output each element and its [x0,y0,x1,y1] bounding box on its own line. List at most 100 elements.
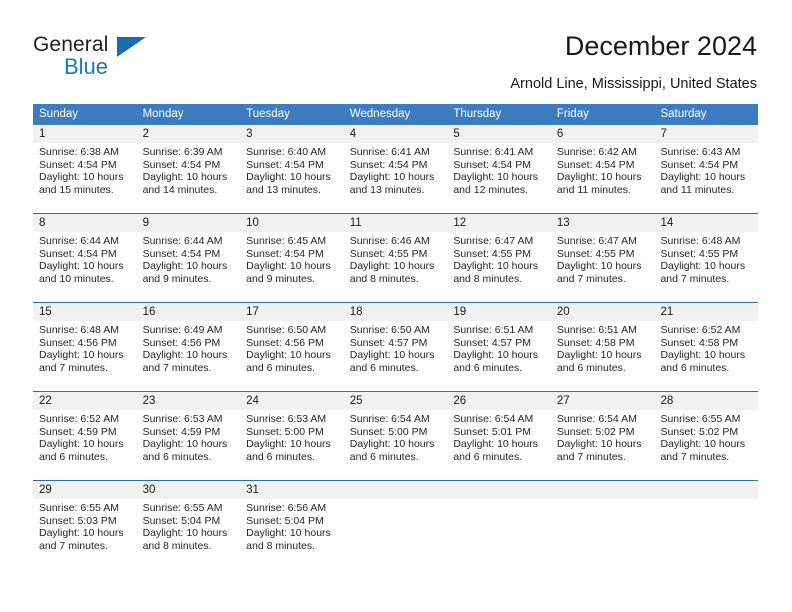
daylight-text-line1: Daylight: 10 hours [142,349,228,362]
day-number[interactable]: 17 [240,303,344,321]
day-cell: Sunrise: 6:53 AM Sunset: 4:59 PM Dayligh… [137,410,241,468]
calendar-table: Sunday Monday Tuesday Wednesday Thursday… [33,104,758,557]
sunset-text: Sunset: 4:54 PM [453,158,531,171]
day-number[interactable]: 7 [654,125,758,143]
day-cell: Sunrise: 6:55 AM Sunset: 5:02 PM Dayligh… [654,410,758,468]
sunset-text: Sunset: 5:00 PM [246,425,324,438]
day-cell: Sunrise: 6:54 AM Sunset: 5:00 PM Dayligh… [344,410,448,468]
daylight-text-line2: and 10 minutes. [39,272,114,285]
sunset-text: Sunset: 4:55 PM [453,247,531,260]
weekday-header-monday: Monday [142,108,184,120]
day-number-empty [654,481,758,499]
day-number[interactable]: 3 [240,125,344,143]
day-number[interactable]: 15 [33,303,137,321]
sunrise-text: Sunrise: 6:51 AM [556,324,637,336]
sunrise-text: Sunrise: 6:49 AM [142,324,223,336]
daylight-text-line2: and 13 minutes. [246,183,321,196]
sunset-text: Sunset: 4:54 PM [39,158,117,171]
day-number[interactable]: 11 [344,214,448,232]
daylight-text-line2: and 6 minutes. [556,361,626,374]
daylight-text-line1: Daylight: 10 hours [453,260,538,273]
sunrise-text: Sunrise: 6:53 AM [142,413,223,425]
day-cell: Sunrise: 6:54 AM Sunset: 5:01 PM Dayligh… [447,410,551,468]
sunrise-text: Sunrise: 6:54 AM [349,413,430,425]
daylight-text-line1: Daylight: 10 hours [453,171,538,184]
day-number[interactable]: 28 [654,392,758,410]
week-daynumber-band: 22 23 24 25 26 27 28 [33,392,758,410]
day-number[interactable]: 29 [33,481,137,499]
day-number[interactable]: 20 [551,303,655,321]
day-number[interactable]: 14 [654,214,758,232]
day-cell: Sunrise: 6:41 AM Sunset: 4:54 PM Dayligh… [447,143,551,201]
sunrise-text: Sunrise: 6:48 AM [39,324,119,336]
page-header: General Blue December 2024 Arnold Line, … [0,0,792,100]
day-number[interactable]: 31 [240,481,344,499]
daylight-text-line2: and 14 minutes. [142,183,218,196]
day-number[interactable]: 16 [137,303,241,321]
day-cell: Sunrise: 6:44 AM Sunset: 4:54 PM Dayligh… [137,232,241,290]
sunrise-text: Sunrise: 6:53 AM [246,413,327,425]
day-number[interactable]: 1 [33,125,137,143]
sunrise-text: Sunrise: 6:52 AM [660,324,741,336]
week-daynumber-band: 1 2 3 4 5 6 7 [33,125,758,143]
day-cell: Sunrise: 6:48 AM Sunset: 4:55 PM Dayligh… [654,232,758,290]
sunrise-text: Sunrise: 6:54 AM [453,413,534,425]
daylight-text-line1: Daylight: 10 hours [142,260,228,273]
daylight-text-line2: and 7 minutes. [660,272,730,285]
sunset-text: Sunset: 4:57 PM [453,336,531,349]
calendar-week-row: 29 30 31 Sunrise: 6:55 AM Sunset: 5:03 P… [33,480,758,557]
daylight-text-line2: and 6 minutes. [453,361,523,374]
daylight-text-line1: Daylight: 10 hours [660,260,746,273]
day-number[interactable]: 2 [137,125,241,143]
day-number-empty [551,481,655,499]
daylight-text-line2: and 7 minutes. [142,361,212,374]
day-cell: Sunrise: 6:45 AM Sunset: 4:54 PM Dayligh… [240,232,344,290]
daylight-text-line2: and 6 minutes. [246,361,316,374]
week-detail-band: Sunrise: 6:55 AM Sunset: 5:03 PM Dayligh… [33,499,758,557]
day-number[interactable]: 18 [344,303,448,321]
day-number[interactable]: 25 [344,392,448,410]
week-daynumber-band: 8 9 10 11 12 13 14 [33,214,758,232]
daylight-text-line1: Daylight: 10 hours [556,260,642,273]
calendar-week-row: 15 16 17 18 19 20 21 Sunrise: 6:48 AM Su… [33,302,758,379]
daylight-text-line2: and 8 minutes. [142,539,212,552]
day-number[interactable]: 22 [33,392,137,410]
daylight-text-line2: and 11 minutes. [660,183,735,196]
day-number[interactable]: 5 [447,125,551,143]
generalblue-logo[interactable]: General Blue [33,33,213,83]
weekday-header-friday: Friday [556,108,589,120]
day-number[interactable]: 4 [344,125,448,143]
day-cell: Sunrise: 6:50 AM Sunset: 4:57 PM Dayligh… [344,321,448,379]
day-number[interactable]: 26 [447,392,551,410]
daylight-text-line1: Daylight: 10 hours [142,171,228,184]
sunrise-text: Sunrise: 6:56 AM [246,502,327,514]
day-number[interactable]: 9 [137,214,241,232]
sunset-text: Sunset: 4:54 PM [142,158,221,171]
day-number[interactable]: 24 [240,392,344,410]
sunrise-text: Sunrise: 6:47 AM [556,235,637,247]
day-number[interactable]: 12 [447,214,551,232]
day-number[interactable]: 6 [551,125,655,143]
sunset-text: Sunset: 4:59 PM [142,425,221,438]
daylight-text-line2: and 6 minutes. [39,450,108,463]
day-number[interactable]: 10 [240,214,344,232]
day-number[interactable]: 23 [137,392,241,410]
day-number[interactable]: 8 [33,214,137,232]
daylight-text-line1: Daylight: 10 hours [453,349,538,362]
daylight-text-line1: Daylight: 10 hours [349,171,435,184]
daylight-text-line1: Daylight: 10 hours [556,171,642,184]
day-number[interactable]: 21 [654,303,758,321]
daylight-text-line1: Daylight: 10 hours [39,438,124,451]
day-number[interactable]: 30 [137,481,241,499]
daylight-text-line2: and 6 minutes. [349,450,419,463]
day-number[interactable]: 19 [447,303,551,321]
daylight-text-line1: Daylight: 10 hours [349,438,435,451]
daylight-text-line2: and 7 minutes. [556,272,626,285]
day-number[interactable]: 27 [551,392,655,410]
daylight-text-line1: Daylight: 10 hours [556,438,642,451]
daylight-text-line2: and 9 minutes. [142,272,212,285]
sunrise-text: Sunrise: 6:40 AM [246,146,327,158]
weekday-header-wednesday: Wednesday [349,108,411,120]
day-cell-empty [551,499,655,557]
day-number[interactable]: 13 [551,214,655,232]
